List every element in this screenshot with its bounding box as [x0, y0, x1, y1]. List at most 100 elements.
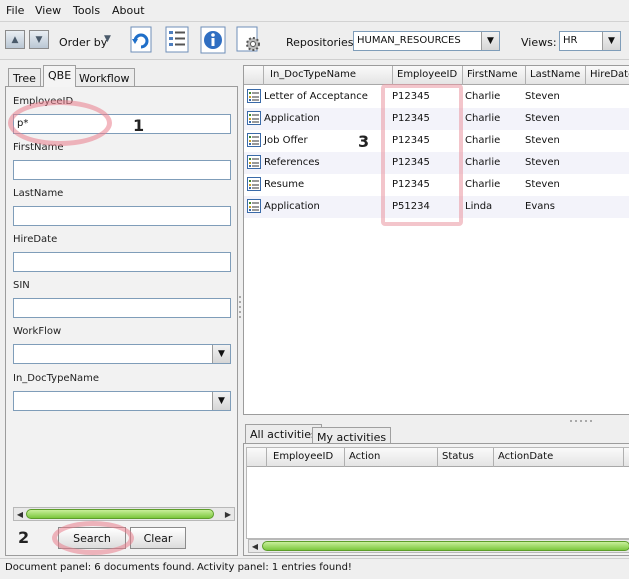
header-last-name[interactable]: LastName — [526, 66, 586, 85]
chevron-down-icon[interactable]: ▼ — [212, 392, 230, 410]
cell-first-name: Charlie — [465, 179, 501, 190]
header-icon-column — [247, 448, 267, 467]
info-icon — [200, 26, 226, 54]
repositories-select[interactable]: HUMAN_RESOURCES ▼ — [353, 31, 500, 51]
header-icon-column — [244, 66, 264, 85]
last-name-field[interactable] — [13, 206, 231, 226]
annotation-ring-search — [52, 521, 134, 555]
tab-workflow[interactable]: Workflow — [74, 68, 135, 87]
header-employee-id[interactable]: EmployeeID — [393, 66, 463, 85]
document-list-button[interactable] — [162, 24, 192, 55]
views-label: Views: — [521, 36, 557, 49]
cell-last-name: Steven — [525, 113, 560, 124]
cell-last-name: Steven — [525, 91, 560, 102]
header-doctype[interactable]: In_DocTypeName — [264, 66, 393, 85]
cell-doctype: References — [264, 157, 320, 168]
cell-first-name: Charlie — [465, 113, 501, 124]
doctype-select[interactable]: ▼ — [13, 391, 231, 411]
document-icon — [247, 133, 261, 147]
activities-table-header: EmployeeID Action Status ActionDate — [247, 448, 629, 467]
workflow-label: WorkFlow — [13, 326, 62, 337]
clear-button[interactable]: Clear — [130, 527, 186, 549]
sin-field[interactable] — [13, 298, 231, 318]
scroll-right-icon[interactable]: ▶ — [222, 508, 234, 520]
tab-my-activities[interactable]: My activities — [312, 427, 392, 444]
activities-table: EmployeeID Action Status ActionDate — [246, 447, 629, 539]
cell-doctype: Letter of Acceptance — [264, 91, 368, 102]
sin-label: SIN — [13, 280, 30, 291]
menu-tools[interactable]: Tools — [73, 4, 100, 17]
move-down-button[interactable]: ▼ — [29, 30, 49, 49]
menu-file[interactable]: File — [6, 4, 24, 17]
cell-last-name: Steven — [525, 179, 560, 190]
activities-horizontal-scrollbar[interactable]: ◀ — [248, 539, 629, 553]
refresh-button[interactable] — [126, 24, 156, 55]
cell-doctype: Application — [264, 113, 320, 124]
settings-button[interactable] — [234, 24, 264, 55]
doctype-label: In_DocTypeName — [13, 373, 100, 384]
activity-panel-status: Activity panel: 1 entries found! — [197, 562, 352, 573]
header-act-employee-id[interactable]: EmployeeID — [267, 448, 345, 467]
last-name-label: LastName — [13, 188, 64, 199]
refresh-icon — [130, 26, 152, 53]
down-arrow-icon: ▼ — [35, 34, 43, 45]
first-name-field[interactable] — [13, 160, 231, 180]
cell-doctype: Job Offer — [264, 135, 308, 146]
vertical-splitter[interactable] — [238, 65, 242, 556]
tab-all-activities[interactable]: All activities — [245, 424, 322, 444]
menu-view[interactable]: View — [35, 4, 61, 17]
scroll-thumb[interactable] — [26, 509, 214, 519]
tab-tree[interactable]: Tree — [8, 68, 41, 87]
annotation-number-2: 2 — [18, 528, 30, 547]
form-horizontal-scrollbar[interactable]: ◀ ▶ — [13, 507, 235, 521]
hire-date-label: HireDate — [13, 234, 58, 245]
menu-bar: File View Tools About — [0, 0, 629, 22]
cell-last-name: Steven — [525, 157, 560, 168]
header-hire-date[interactable]: HireDate — [586, 66, 629, 85]
header-action[interactable]: Action — [345, 448, 438, 467]
annotation-ring-employee-id — [8, 100, 112, 146]
scroll-left-icon[interactable]: ◀ — [249, 540, 261, 552]
repositories-label: Repositories: — [286, 36, 358, 49]
up-arrow-icon: ▲ — [11, 34, 19, 45]
qbe-form: EmployeeID p* FirstName LastName HireDat… — [5, 86, 238, 556]
move-up-button[interactable]: ▲ — [5, 30, 25, 49]
chevron-down-icon[interactable]: ▼ — [212, 345, 230, 363]
header-action-date[interactable]: ActionDate — [494, 448, 624, 467]
chevron-down-icon[interactable]: ▼ — [481, 32, 499, 50]
cell-doctype: Resume — [264, 179, 305, 190]
document-icon — [247, 177, 261, 191]
document-icon — [247, 155, 261, 169]
header-first-name[interactable]: FirstName — [463, 66, 526, 85]
cell-doctype: Application — [264, 201, 320, 212]
scroll-left-icon[interactable]: ◀ — [14, 508, 26, 520]
cell-first-name: Linda — [465, 201, 493, 212]
views-select[interactable]: HR ▼ — [559, 31, 621, 51]
activities-panel: EmployeeID Action Status ActionDate ◀ — [243, 443, 629, 556]
cell-first-name: Charlie — [465, 91, 501, 102]
views-value: HR — [563, 35, 578, 46]
repositories-value: HUMAN_RESOURCES — [357, 35, 461, 46]
splitter-grip-icon — [239, 296, 241, 318]
cell-last-name: Evans — [525, 201, 555, 212]
hire-date-field[interactable] — [13, 252, 231, 272]
workflow-select[interactable]: ▼ — [13, 344, 231, 364]
chevron-down-icon[interactable]: ▼ — [602, 32, 620, 50]
horizontal-splitter[interactable] — [243, 415, 629, 423]
menu-about[interactable]: About — [112, 4, 145, 17]
order-by-label[interactable]: Order by — [59, 36, 107, 49]
document-icon — [247, 111, 261, 125]
documents-table-header: In_DocTypeName EmployeeID FirstName Last… — [244, 66, 629, 85]
document-icon — [247, 199, 261, 213]
annotation-number-3: 3 — [358, 132, 370, 151]
scroll-thumb[interactable] — [262, 541, 629, 551]
annotation-box-employee-ids — [381, 84, 463, 226]
document-panel-status: Document panel: 6 documents found. — [5, 562, 195, 573]
tab-qbe[interactable]: QBE — [43, 65, 77, 87]
cell-last-name: Steven — [525, 135, 560, 146]
document-icon — [247, 89, 261, 103]
info-button[interactable] — [198, 24, 228, 55]
cell-first-name: Charlie — [465, 135, 501, 146]
header-status[interactable]: Status — [438, 448, 494, 467]
order-by-dropdown-icon[interactable]: ▼ — [104, 34, 111, 44]
